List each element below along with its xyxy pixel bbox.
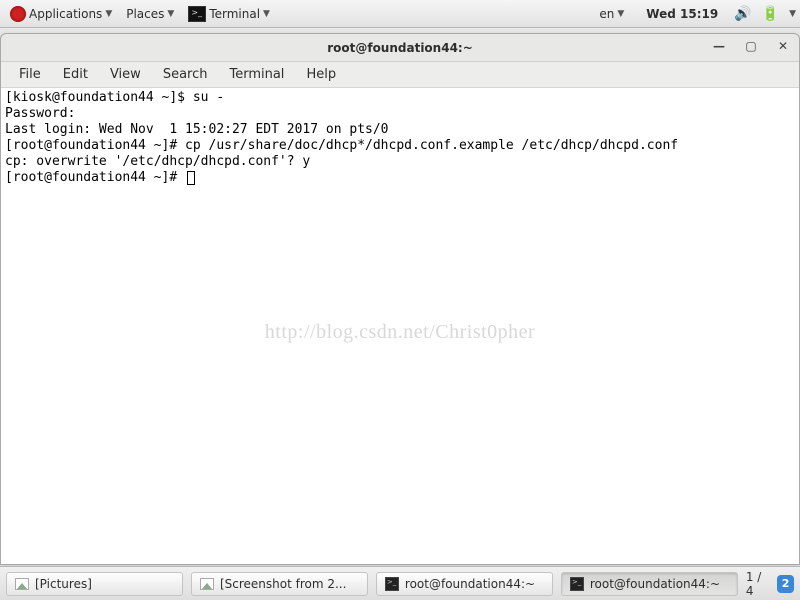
menu-search[interactable]: Search	[155, 65, 216, 84]
chevron-down-icon: ▼	[617, 9, 624, 19]
menubar: File Edit View Search Terminal Help	[1, 62, 799, 88]
applications-label: Applications	[29, 7, 102, 21]
maximize-button[interactable]: ▢	[743, 38, 759, 54]
terminal-line: cp: overwrite '/etc/dhcp/dhcpd.conf'? y	[5, 154, 310, 169]
places-menu[interactable]: Places ▼	[120, 5, 180, 23]
window-titlebar[interactable]: root@foundation44:~ — ▢ ✕	[1, 34, 799, 62]
running-app-terminal[interactable]: Terminal ▼	[182, 4, 276, 24]
task-pictures[interactable]: [Pictures]	[6, 572, 183, 596]
close-button[interactable]: ✕	[775, 38, 791, 54]
cursor-icon	[187, 171, 195, 185]
menu-edit[interactable]: Edit	[55, 65, 96, 84]
battery-icon[interactable]: 🔋	[762, 6, 779, 22]
task-terminal-1[interactable]: root@foundation44:~	[376, 572, 553, 596]
applications-menu[interactable]: Applications ▼	[4, 4, 118, 24]
bottom-taskbar: [Pictures] [Screenshot from 2... root@fo…	[0, 566, 800, 600]
chevron-down-icon: ▼	[167, 9, 174, 19]
chevron-down-icon: ▼	[105, 9, 112, 19]
language-label: en	[599, 7, 614, 21]
terminal-line: Password:	[5, 106, 75, 121]
chevron-down-icon[interactable]: ▼	[789, 9, 796, 19]
workspace-badge: 2	[777, 575, 794, 593]
menu-terminal[interactable]: Terminal	[221, 65, 292, 84]
minimize-button[interactable]: —	[711, 38, 727, 54]
terminal-icon	[385, 577, 399, 591]
folder-icon	[15, 578, 29, 590]
task-terminal-2[interactable]: root@foundation44:~	[561, 572, 738, 596]
places-label: Places	[126, 7, 164, 21]
workspace-switcher[interactable]: 1 / 4 2	[746, 570, 794, 598]
image-icon	[200, 578, 214, 590]
terminal-prompt: [root@foundation44 ~]#	[5, 170, 185, 185]
task-screenshot[interactable]: [Screenshot from 2...	[191, 572, 368, 596]
task-label: root@foundation44:~	[590, 577, 720, 591]
terminal-line: Last login: Wed Nov 1 15:02:27 EDT 2017 …	[5, 122, 389, 137]
top-panel: Applications ▼ Places ▼ Terminal ▼ en ▼ …	[0, 0, 800, 28]
volume-icon[interactable]: 🔊	[734, 6, 751, 22]
terminal-window: root@foundation44:~ — ▢ ✕ File Edit View…	[0, 33, 800, 565]
menu-view[interactable]: View	[102, 65, 149, 84]
terminal-line: [root@foundation44 ~]# cp /usr/share/doc…	[5, 138, 678, 153]
input-source-menu[interactable]: en ▼	[593, 5, 630, 23]
running-app-label: Terminal	[209, 7, 260, 21]
clock[interactable]: Wed 15:19	[646, 7, 718, 21]
menu-file[interactable]: File	[11, 65, 49, 84]
workspace-label: 1 / 4	[746, 570, 771, 598]
terminal-icon	[188, 6, 206, 22]
task-label: [Screenshot from 2...	[220, 577, 346, 591]
menu-help[interactable]: Help	[298, 65, 344, 84]
chevron-down-icon: ▼	[263, 9, 270, 19]
redhat-icon	[10, 6, 26, 22]
task-label: root@foundation44:~	[405, 577, 535, 591]
task-label: [Pictures]	[35, 577, 92, 591]
watermark-text: http://blog.csdn.net/Christ0pher	[1, 324, 799, 340]
window-title: root@foundation44:~	[327, 41, 473, 55]
terminal-line: [kiosk@foundation44 ~]$ su -	[5, 90, 224, 105]
terminal-body[interactable]: [kiosk@foundation44 ~]$ su - Password: L…	[1, 88, 799, 564]
terminal-icon	[570, 577, 584, 591]
